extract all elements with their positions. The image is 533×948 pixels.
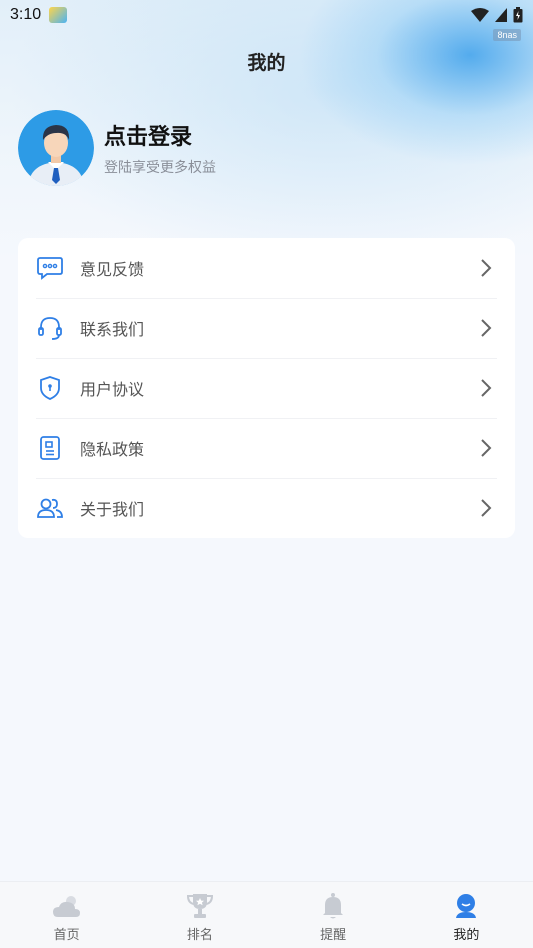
menu-item-label: 意见反馈 [80,260,145,279]
headset-icon [36,314,64,342]
battery-icon [513,7,523,23]
avatar[interactable] [18,110,94,186]
login-subtitle: 登陆享受更多权益 [104,160,216,176]
tab-label: 我的 [453,928,480,943]
chevron-right-icon [481,319,492,337]
menu-item-privacy-policy[interactable]: 隐私政策 [18,418,515,478]
menu-item-contact[interactable]: 联系我们 [18,298,515,358]
tab-label: 排名 [186,928,213,943]
menu-item-label: 用户协议 [80,380,145,399]
profile-text: 点击登录 登陆享受更多权益 [104,119,216,177]
login-prompt[interactable]: 点击登录 [104,119,216,151]
menu-card: 意见反馈 联系我们 用户协议 隐私政策 关于我们 [18,238,515,538]
chat-bubble-icon [36,254,64,282]
chevron-right-icon [481,439,492,457]
people-icon [36,494,64,522]
menu-item-label: 隐私政策 [80,440,145,459]
signal-icon [495,8,507,22]
chevron-right-icon [481,259,492,277]
tab-label: 提醒 [320,928,347,943]
document-icon [36,434,64,462]
weather-icon [52,891,82,921]
bell-icon [318,891,348,921]
status-icons [471,7,523,23]
menu-item-about-us[interactable]: 关于我们 [18,478,515,538]
menu-item-feedback[interactable]: 意见反馈 [18,238,515,298]
tab-home[interactable]: 首页 [0,882,133,948]
page-title: 我的 [247,52,286,74]
trophy-icon [185,891,215,921]
menu-item-user-agreement[interactable]: 用户协议 [18,358,515,418]
tab-mine[interactable]: 我的 [400,882,533,948]
profile-section[interactable]: 点击登录 登陆享受更多权益 [18,110,216,186]
chevron-right-icon [481,379,492,397]
app-notification-icon [49,7,68,23]
menu-item-label: 联系我们 [80,320,145,339]
status-time: 3:10 [10,6,42,23]
network-speed-badge: 8nas [493,29,521,41]
tab-ranking[interactable]: 排名 [133,882,266,948]
menu-item-label: 关于我们 [80,500,145,519]
tab-reminder[interactable]: 提醒 [267,882,400,948]
chevron-right-icon [481,499,492,517]
status-bar: 3:10 [0,0,533,30]
user-icon [451,891,481,921]
wifi-icon [471,8,489,22]
bottom-tab-bar: 首页 排名 提醒 我的 [0,881,533,948]
shield-icon [36,374,64,402]
tab-label: 首页 [53,928,80,943]
